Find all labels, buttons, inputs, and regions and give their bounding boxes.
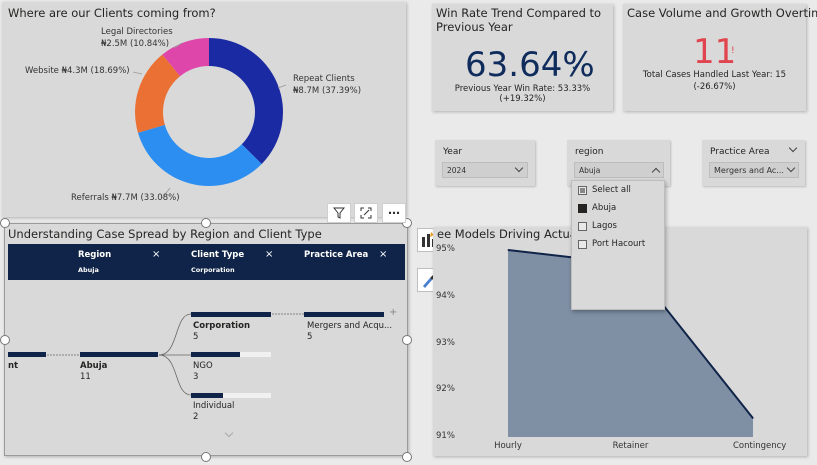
root-node-bar[interactable] [8,352,46,357]
client-source-donut-visual[interactable]: Where are our Clients coming from? Legal… [2,2,406,217]
region-option-select-all[interactable]: Select all [578,185,631,195]
region-slicer-label: region [575,147,604,157]
resize-handle-top-left[interactable] [0,218,10,228]
y-tick-label: 92% [436,384,455,395]
label-legal-directories-value: ₦2.5M (10.84%) [101,39,170,49]
x-tick-label-hourly: Hourly [494,441,522,451]
y-tick-label: 91% [436,431,455,441]
x-tick-label-contingency: Contingency [733,441,787,451]
donut-slice-repeat-clients[interactable] [209,38,284,164]
ngo-node-label: NGO [193,361,213,371]
report-canvas: Where are our Clients coming from? Legal… [0,0,817,465]
header-region: Region [78,250,112,260]
practice-slicer-dropdown[interactable]: Mergers and Ac... [709,162,799,178]
corporation-node-value: 5 [193,332,199,342]
mergers-node-label: Mergers and Acqu... [307,321,393,331]
win-subtext: Previous Year Win Rate: 53.33% (+19.32%) [454,84,591,104]
more-options-button[interactable]: ⋯ [382,203,406,223]
x-tick-label-retainer: Retainer [612,441,649,451]
abuja-node-bar[interactable] [80,352,158,357]
region-option-abuja[interactable]: Abuja [578,203,616,213]
resize-handle-bottom[interactable] [201,452,211,462]
donut-slice-referrals[interactable] [137,124,262,187]
chevron-down-icon[interactable] [788,143,798,153]
abuja-node-label: Abuja [80,361,108,371]
individual-node-value: 2 [193,412,199,422]
year-slicer[interactable]: Year 2024 [435,140,535,186]
individual-node-bar[interactable] [191,393,223,398]
decomp-connectors [44,313,304,396]
volume-subtext-line2: (-26.67%) [693,82,736,92]
donut-leader-line-1 [132,71,143,75]
close-region-level-icon[interactable]: × [152,249,160,260]
resize-handle-bottom-right[interactable] [402,452,412,462]
filter-icon [333,207,345,219]
abuja-node-value: 11 [80,372,91,382]
label-legal-directories: Legal Directories [101,27,173,37]
y-tick-label: 93% [436,337,455,348]
resize-handle-left[interactable] [0,335,10,345]
practice-slicer-label: Practice Area [710,147,770,157]
header-region-value: Abuja [78,266,99,274]
case-volume-value: 11 [693,32,737,72]
label-website: Website ₦4.3M (18.69%) [25,66,130,76]
volume-subtext-line1: Total Cases Handled Last Year: 15 [642,70,787,80]
win-title-line1: Win Rate Trend Compared to [436,6,602,20]
donut-leader-line-2 [277,84,287,89]
header-client-type-value: Corporation [191,266,235,274]
decomp-title: Understanding Case Spread by Region and … [8,227,322,241]
volume-title: Case Volume and Growth Overtime [627,6,817,20]
checkbox-icon[interactable] [578,185,587,195]
area-point-hourly[interactable] [507,249,509,251]
practice-area-slicer[interactable]: Practice Area Mergers and Ac... [702,140,805,186]
region-dropdown-list[interactable]: Select all Abuja Lagos Port Hacourt [571,180,665,310]
year-slicer-dropdown[interactable]: 2024 [442,162,528,178]
area-point-contingency[interactable] [752,417,754,419]
year-slicer-label: Year [443,147,463,157]
header-practice-area: Practice Area [304,250,369,260]
case-volume-card[interactable]: Case Volume and Growth Overtime 11 ! Tot… [623,4,817,111]
expand-plus-icon[interactable]: + [389,307,397,318]
ngo-node-bar[interactable] [191,352,240,357]
region-option-label: Port Hacourt [592,239,646,249]
individual-node-label: Individual [193,401,235,411]
label-repeat-clients: Repeat Clients [293,74,355,84]
header-client-type: Client Type [191,250,245,260]
focus-mode-icon [360,207,372,219]
y-tick-label: 95% [436,244,455,254]
label-repeat-clients-value: ₦8.7M (37.39%) [293,86,362,96]
region-option-label: Abuja [592,203,617,213]
win-title-line2: Previous Year [436,20,513,34]
resize-handle-top[interactable] [201,218,211,228]
filter-button[interactable] [327,203,351,223]
region-slicer-dropdown[interactable]: Abuja [574,162,664,178]
mergers-node-value: 5 [307,332,313,342]
donut-chart[interactable] [2,2,406,217]
trend-check-icon: ✓ [571,60,581,73]
region-option-port-hacourt[interactable]: Port Hacourt [578,239,645,249]
checkbox-icon[interactable] [578,239,587,249]
resize-handle-right[interactable] [402,335,412,345]
region-option-label: Select all [592,185,631,195]
root-node-label: nt [8,361,19,371]
corporation-node-bar[interactable] [191,312,271,317]
ngo-node-value: 3 [193,372,199,382]
region-option-lagos[interactable]: Lagos [578,221,617,231]
label-referrals: Referrals ₦7.7M (33.08%) [71,193,180,203]
mergers-node-bar[interactable] [304,312,384,317]
close-client-level-icon[interactable]: × [265,249,273,260]
alert-icon: ! [731,46,735,56]
checkbox-icon[interactable] [578,221,587,231]
region-option-label: Lagos [592,221,617,231]
y-tick-label: 94% [436,290,455,301]
corporation-node-label: Corporation [193,321,250,331]
win-rate-card[interactable]: Win Rate Trend Compared to Previous Year… [432,4,613,111]
focus-mode-button[interactable] [354,203,378,223]
checkbox-icon[interactable] [578,203,587,213]
close-practice-level-icon[interactable]: × [379,249,387,260]
